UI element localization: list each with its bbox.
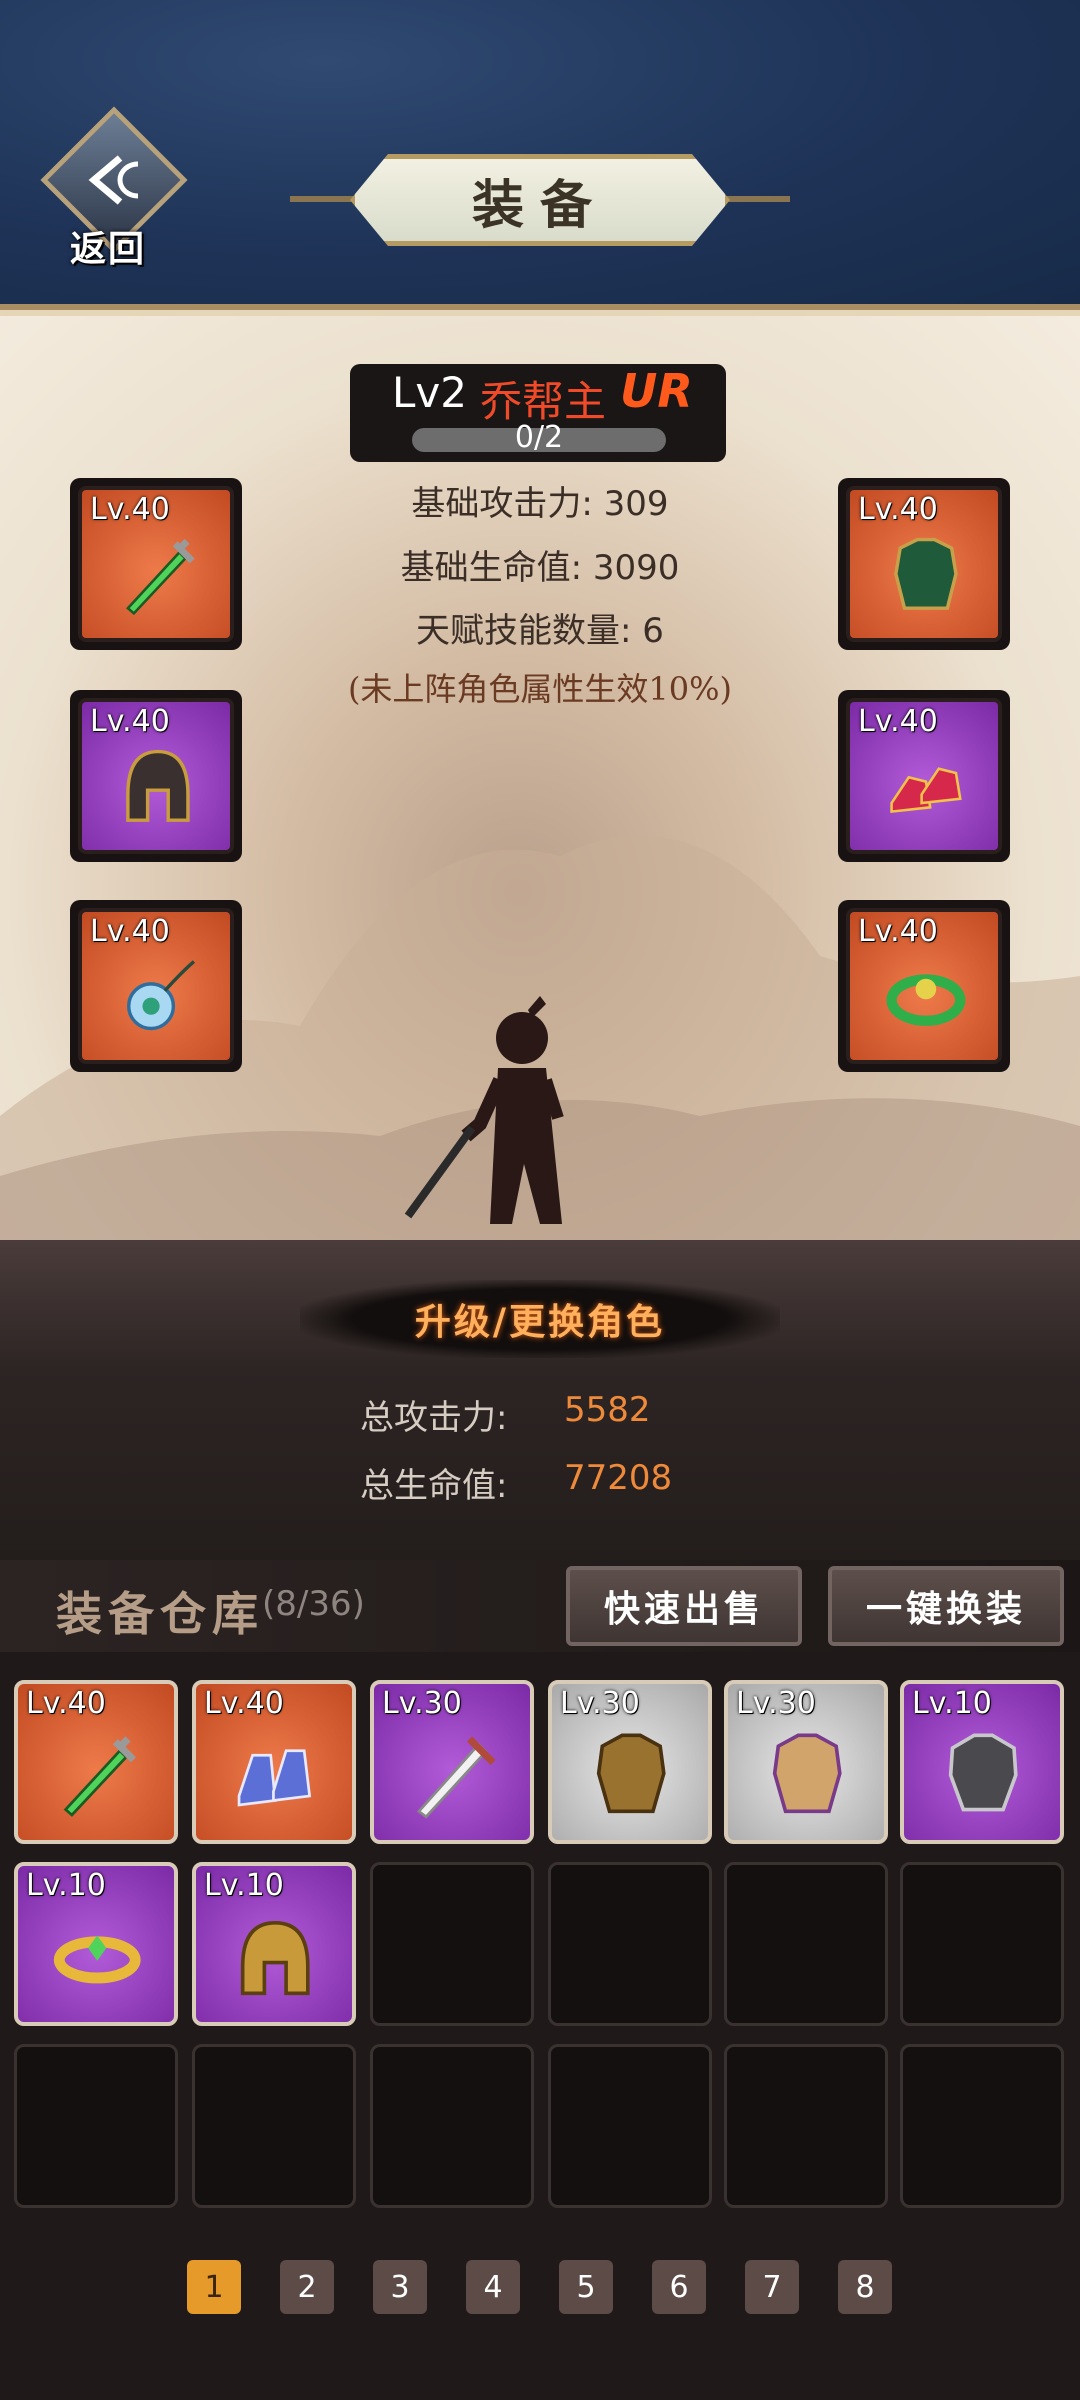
equip-slot-frame: Lv.40 xyxy=(78,486,234,642)
upgrade-change-hero-button[interactable]: 升级/更换角色 xyxy=(300,1280,780,1358)
storage-slot[interactable]: Lv.30 xyxy=(724,1680,888,1844)
equip-slot-weapon[interactable]: Lv.40 xyxy=(70,478,242,650)
item-level: Lv.30 xyxy=(736,1686,816,1721)
page-button-6[interactable]: 6 xyxy=(652,2260,706,2314)
item-level: Lv.30 xyxy=(382,1686,462,1721)
item-level: Lv.40 xyxy=(858,492,938,527)
total-hp-value: 77208 xyxy=(564,1458,673,1498)
item-level: Lv.40 xyxy=(858,704,938,739)
item-level: Lv.40 xyxy=(90,914,170,949)
equip-slot-frame: Lv.40 xyxy=(78,698,234,854)
green-armor-icon xyxy=(893,538,958,611)
storage-slot-empty[interactable] xyxy=(192,2044,356,2208)
one-click-equip-label: 一键换装 xyxy=(865,1588,1026,1630)
title-frame: 装备 xyxy=(290,148,790,258)
hero-progress-text: 0/2 xyxy=(514,420,564,455)
storage-slot-empty[interactable] xyxy=(900,2044,1064,2208)
storage-slot[interactable]: Lv.30 xyxy=(548,1680,712,1844)
gold-ring-icon xyxy=(54,1935,141,1983)
storage-title: 装备仓库 xyxy=(56,1587,264,1641)
storage-slot[interactable]: Lv.10 xyxy=(192,1862,356,2026)
quick-sell-label: 快速出售 xyxy=(603,1588,764,1630)
item-level: Lv.10 xyxy=(26,1868,106,1903)
equip-slot-helmet[interactable]: Lv.40 xyxy=(70,690,242,862)
equip-slot-frame: Lv.40 xyxy=(846,908,1002,1064)
equip-slot-frame: Lv.40 xyxy=(846,698,1002,854)
item-level: Lv.40 xyxy=(204,1686,284,1721)
storage-slot-empty[interactable] xyxy=(548,1862,712,2026)
storage-slot[interactable]: Lv.40 xyxy=(192,1680,356,1844)
title-plate: 装备 xyxy=(350,154,730,246)
equip-slot-boots[interactable]: Lv.40 xyxy=(838,690,1010,862)
iron-helmet-icon xyxy=(125,750,190,823)
page-title: 装备 xyxy=(471,174,608,236)
storage-slot[interactable]: Lv.10 xyxy=(14,1862,178,2026)
page-button-4[interactable]: 4 xyxy=(466,2260,520,2314)
item-level: Lv.40 xyxy=(26,1686,106,1721)
red-boots-icon xyxy=(889,767,962,814)
equip-slot-frame: Lv.40 xyxy=(78,908,234,1064)
storage-slot-empty[interactable] xyxy=(548,2044,712,2208)
jade-dagger-icon xyxy=(125,539,195,616)
gold-armor-icon xyxy=(773,1733,842,1813)
jade-ring-icon xyxy=(885,974,965,1027)
page-button-1[interactable]: 1 xyxy=(187,2260,241,2314)
item-level: Lv.30 xyxy=(560,1686,640,1721)
storage-slot[interactable]: Lv.40 xyxy=(14,1680,178,1844)
item-level: Lv.10 xyxy=(912,1686,992,1721)
back-label: 返回 xyxy=(70,229,147,270)
page-button-8[interactable]: 8 xyxy=(838,2260,892,2314)
equip-slot-ring[interactable]: Lv.40 xyxy=(838,900,1010,1072)
jade-pendant-icon xyxy=(126,960,195,1031)
item-level: Lv.40 xyxy=(858,914,938,949)
steel-armor-icon xyxy=(949,1733,1018,1811)
page-button-5[interactable]: 5 xyxy=(559,2260,613,2314)
storage-slot-empty[interactable] xyxy=(900,1862,1064,2026)
page-button-3[interactable]: 3 xyxy=(373,2260,427,2314)
item-level: Lv.40 xyxy=(90,492,170,527)
item-level: Lv.10 xyxy=(204,1868,284,1903)
back-arrow-icon xyxy=(88,155,139,205)
storage-slot-empty[interactable] xyxy=(724,2044,888,2208)
gold-helmet-icon xyxy=(241,1920,310,1995)
page-button-2[interactable]: 2 xyxy=(280,2260,334,2314)
bronze-armor-icon xyxy=(597,1733,666,1813)
white-sword-icon xyxy=(417,1735,496,1819)
page-button-7[interactable]: 7 xyxy=(745,2260,799,2314)
one-click-equip-button[interactable]: 一键换装 xyxy=(828,1566,1064,1646)
top-bar: 返回 装备 xyxy=(0,0,1080,316)
storage-slot-empty[interactable] xyxy=(370,1862,534,2026)
item-level: Lv.40 xyxy=(90,704,170,739)
quick-sell-button[interactable]: 快速出售 xyxy=(566,1566,802,1646)
equip-slot-armor[interactable]: Lv.40 xyxy=(838,478,1010,650)
storage-slot-empty[interactable] xyxy=(724,1862,888,2026)
hero-level: Lv2 xyxy=(392,368,467,417)
upgrade-change-hero-label: 升级/更换角色 xyxy=(414,1301,666,1343)
equip-slot-frame: Lv.40 xyxy=(846,486,1002,642)
storage-slot[interactable]: Lv.10 xyxy=(900,1680,1064,1844)
back-button[interactable]: 返回 xyxy=(40,106,190,278)
storage-slot[interactable]: Lv.30 xyxy=(370,1680,534,1844)
equip-slot-pendant[interactable]: Lv.40 xyxy=(70,900,242,1072)
hero-silhouette xyxy=(404,996,564,1224)
hero-rarity-badge: UR xyxy=(620,364,693,418)
storage-count: (8/36) xyxy=(262,1584,365,1624)
storage-slot-empty[interactable] xyxy=(14,2044,178,2208)
blue-boots-icon xyxy=(238,1748,312,1807)
total-hp-label: 总生命值: xyxy=(360,1466,508,1506)
jade-dagger-icon xyxy=(63,1735,137,1817)
total-attack-label: 总攻击力: xyxy=(360,1398,508,1438)
total-attack-value: 5582 xyxy=(564,1390,651,1430)
storage-slot-empty[interactable] xyxy=(370,2044,534,2208)
